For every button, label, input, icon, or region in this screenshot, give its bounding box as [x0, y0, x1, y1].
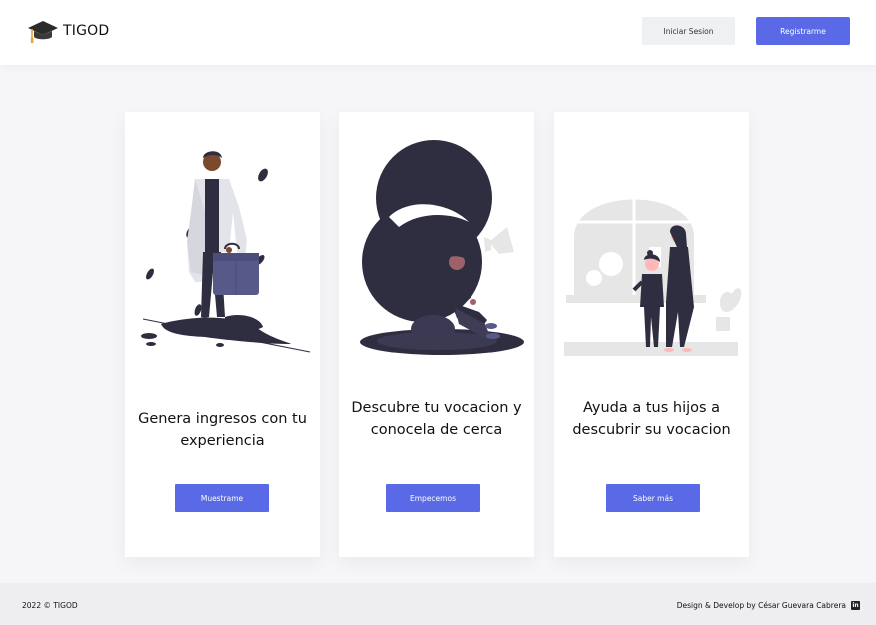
linkedin-icon[interactable]: in [851, 601, 860, 610]
graduation-cap-icon [28, 21, 58, 43]
card-title: Descubre tu vocacion y conocela de cerca [351, 400, 522, 438]
professional-illustration [141, 151, 311, 353]
learn-more-button[interactable]: Saber más [606, 484, 700, 512]
show-me-button[interactable]: Muestrame [175, 484, 269, 512]
footer: 2022 © TIGOD Design & Develop by César G… [0, 583, 876, 625]
card-title: Genera ingresos con tu experiencia [138, 411, 307, 449]
feature-card-discover: Descubre tu vocacion y conocela de cerca… [339, 112, 534, 557]
thinking-person-illustration [360, 140, 524, 355]
register-button[interactable]: Registrarme [756, 17, 850, 45]
brand-name: TIGOD [63, 23, 110, 39]
author-credit: Design & Develop by César Guevara Cabrer… [676, 601, 846, 610]
feature-card-earn: Genera ingresos con tu experiencia Muest… [125, 112, 320, 557]
feature-card-children: Ayuda a tus hijos a descubrir su vocacio… [554, 112, 749, 557]
card-title: Ayuda a tus hijos a descubrir su vocacio… [572, 400, 731, 438]
top-navbar: TIGOD Iniciar Sesion Registrarme [0, 0, 876, 65]
brand-logo[interactable]: TIGOD [27, 18, 109, 44]
lets-begin-button[interactable]: Empecemos [386, 484, 480, 512]
parent-and-child-illustration [564, 192, 742, 356]
login-button[interactable]: Iniciar Sesion [642, 17, 735, 45]
copyright-text: 2022 © TIGOD [22, 601, 78, 610]
